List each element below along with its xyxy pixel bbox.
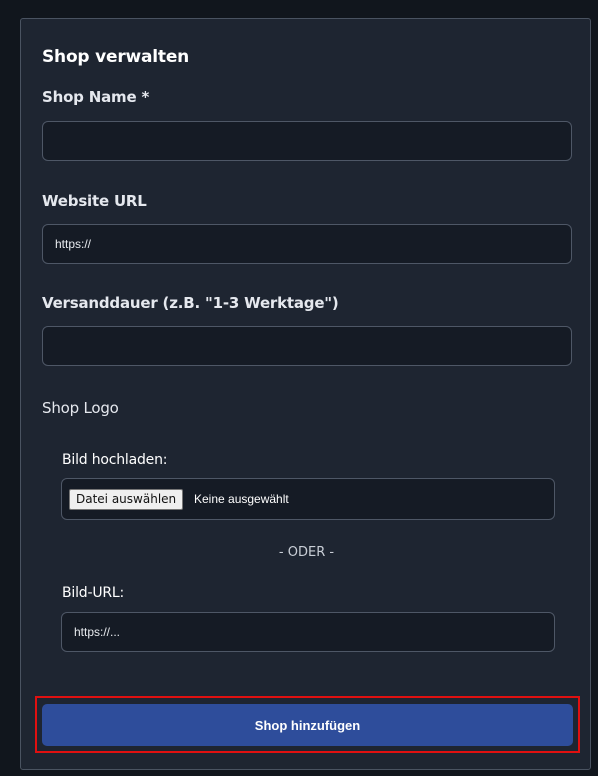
file-status-text: Keine ausgewählt <box>194 492 289 506</box>
or-separator: - ODER - <box>278 545 335 560</box>
choose-file-button[interactable]: Datei auswählen <box>69 489 184 510</box>
submit-highlight: Shop hinzufügen <box>35 696 580 753</box>
upload-image-label: Bild hochladen: <box>62 452 168 468</box>
shop-logo-label: Shop Logo <box>42 399 119 417</box>
shop-name-input[interactable] <box>42 121 572 161</box>
website-url-input[interactable] <box>42 224 572 264</box>
shop-name-label: Shop Name * <box>42 88 150 106</box>
form-title: Shop verwalten <box>42 47 190 67</box>
image-url-label: Bild-URL: <box>62 585 125 601</box>
add-shop-button[interactable]: Shop hinzufügen <box>42 704 573 746</box>
shipping-time-input[interactable] <box>42 326 572 366</box>
shipping-time-label: Versanddauer (z.B. "1-3 Werktage") <box>42 294 339 312</box>
image-url-input[interactable] <box>61 612 555 652</box>
shop-form-panel: Shop verwalten Shop Name * Website URL V… <box>20 18 591 770</box>
website-url-label: Website URL <box>42 192 147 210</box>
file-upload-field[interactable]: Datei auswählen Keine ausgewählt <box>61 478 555 520</box>
